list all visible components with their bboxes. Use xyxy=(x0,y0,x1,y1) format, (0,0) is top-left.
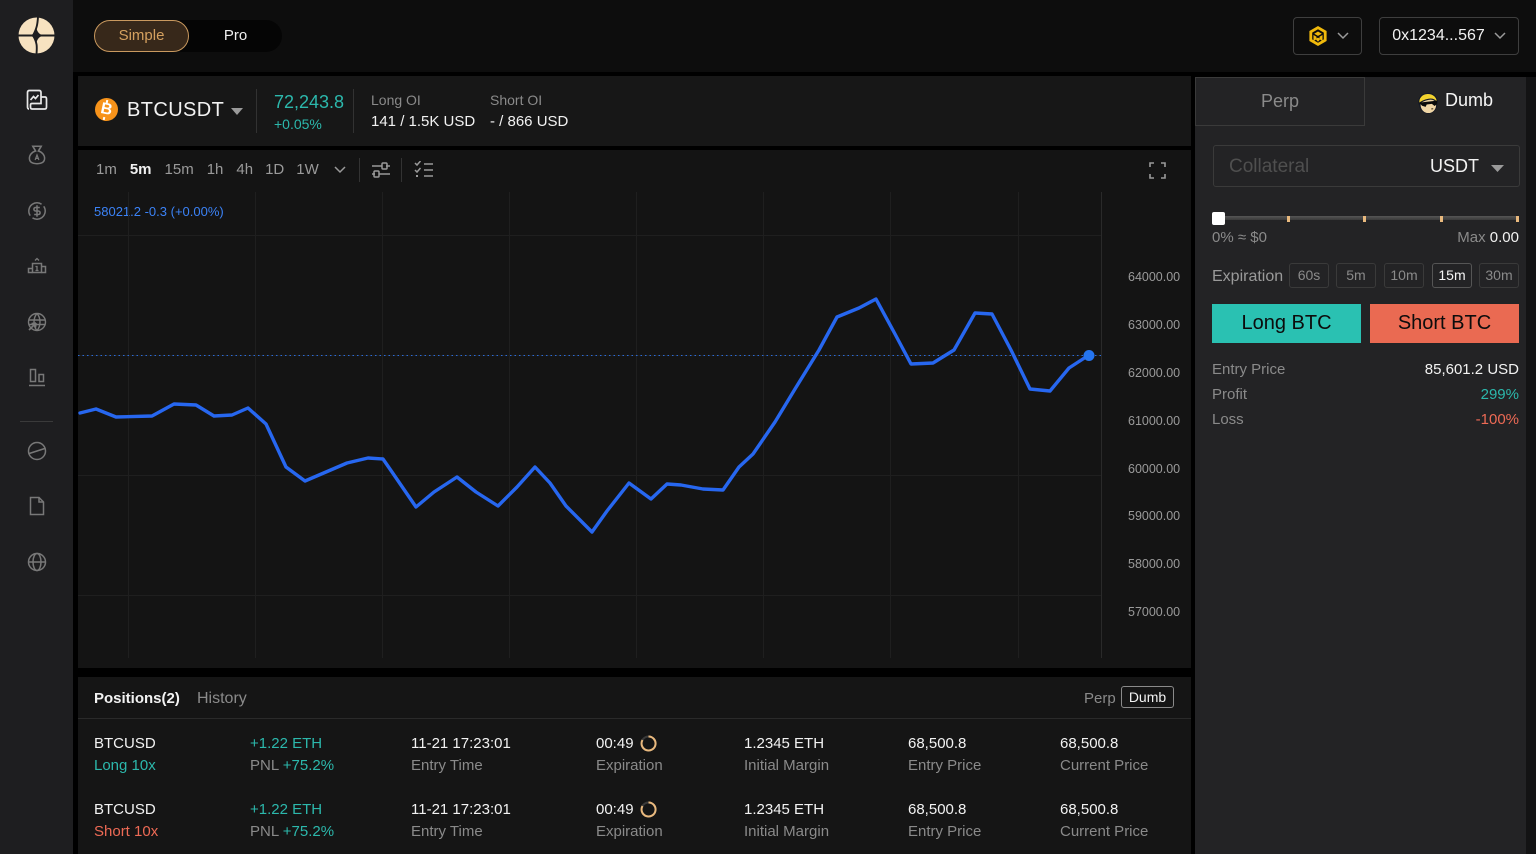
svg-text:62000.00: 62000.00 xyxy=(1128,366,1180,380)
svg-text:58000.00: 58000.00 xyxy=(1128,557,1180,571)
svg-text:60000.00: 60000.00 xyxy=(1128,462,1180,476)
svg-text:64000.00: 64000.00 xyxy=(1128,270,1180,284)
svg-text:61000.00: 61000.00 xyxy=(1128,414,1180,428)
svg-text:63000.00: 63000.00 xyxy=(1128,318,1180,332)
svg-text:59000.00: 59000.00 xyxy=(1128,509,1180,523)
svg-text:57000.00: 57000.00 xyxy=(1128,605,1180,619)
